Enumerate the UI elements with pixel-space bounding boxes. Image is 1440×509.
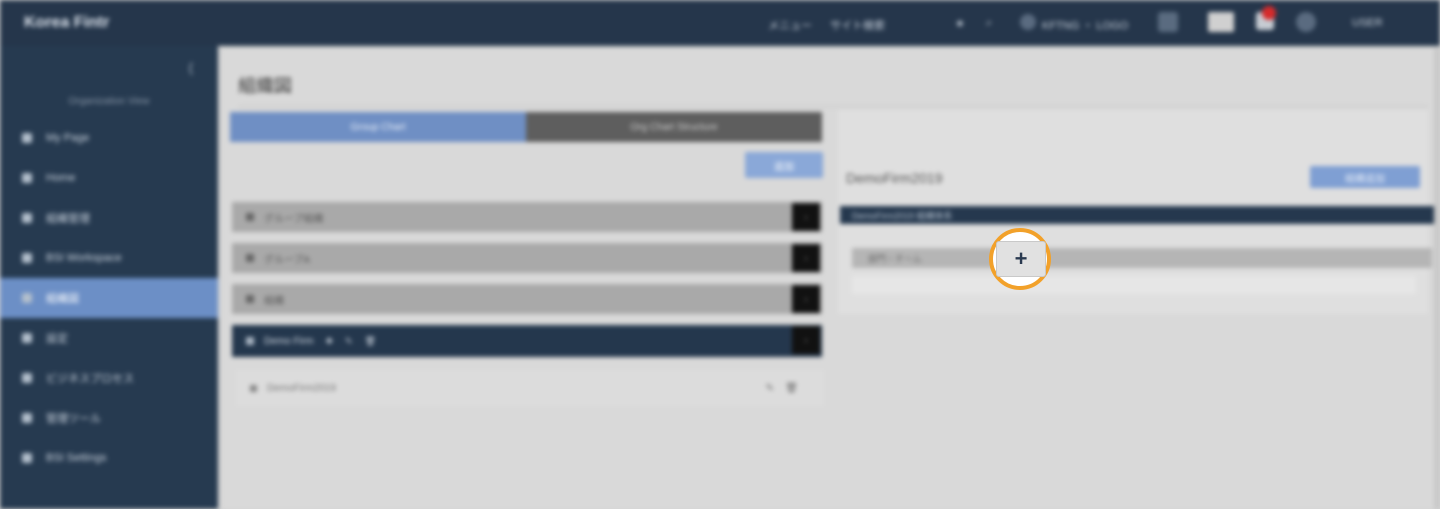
sidebar-item-label: BSI Workspace (46, 252, 122, 264)
sidebar-item-settings[interactable]: 設定 (0, 318, 218, 358)
search-icon[interactable]: ⌕ (986, 17, 992, 30)
user-org-label: KFTNG ・ LOGO (1042, 20, 1129, 32)
tools-icon (22, 413, 32, 423)
org-view-label: Organization View (68, 96, 150, 107)
delete-icon[interactable]: 🗑 (785, 383, 798, 394)
add-icon[interactable]: ✚ (325, 336, 333, 347)
tree-row[interactable]: グループA › (232, 243, 822, 273)
expand-icon[interactable]: › (792, 285, 820, 313)
sidebar-item-label: 組織管理 (46, 213, 90, 225)
folder-icon (22, 213, 32, 223)
app-logo: Korea Fintr (24, 14, 110, 31)
sidebar-item-org-admin[interactable]: 組織管理 (0, 198, 218, 238)
page-icon (22, 133, 32, 143)
top-navbar: Korea Fintr メニュー サイト検索 ★ ⌕ KFTNG ・ LOGO … (0, 0, 1440, 46)
tree-row[interactable]: グループ組織 › (232, 202, 822, 232)
highlight-marker: + (989, 228, 1051, 290)
tree-row[interactable]: 組織 › (232, 284, 822, 314)
tab-bar: Group Chart Org Chart Structure (230, 112, 822, 142)
detail-header-row: DemoFirm2019 組織体系 (840, 206, 1438, 224)
edit-icon[interactable]: ✎ (345, 336, 353, 347)
search-input[interactable]: サイト検索 (830, 17, 885, 33)
sidebar-item-label: 設定 (46, 333, 68, 345)
sidebar-item-label: ビジネスプロセス (46, 373, 134, 385)
sidebar-item-home[interactable]: Home (0, 158, 218, 198)
detail-panel: DemoFirm2019 組織追加 DemoFirm2019 組織体系 部門・チ… (838, 110, 1438, 314)
blurred-background: Korea Fintr メニュー サイト検索 ★ ⌕ KFTNG ・ LOGO … (0, 0, 1440, 509)
flag-icon[interactable] (1208, 12, 1234, 32)
globe-icon[interactable] (1020, 14, 1036, 30)
detail-row-label: 部門・チーム (868, 253, 922, 264)
sidebar-item-process[interactable]: ビジネスプロセス (0, 358, 218, 398)
add-button[interactable]: 追加 (745, 152, 823, 178)
workspace-icon (22, 253, 32, 263)
folder-icon (246, 213, 254, 221)
house-icon[interactable] (1158, 12, 1178, 32)
detail-title: DemoFirm2019 (846, 170, 943, 186)
expand-icon[interactable]: › (792, 244, 820, 272)
tree-sub-row[interactable]: DemoFirm2019 ✎ 🗑 (236, 370, 824, 406)
detail-empty-row (852, 276, 1416, 294)
add-org-button[interactable]: 組織追加 (1310, 166, 1420, 188)
folder-icon (246, 254, 254, 262)
detail-header-label: DemoFirm2019 組織体系 (852, 210, 953, 221)
tree-row-label: Demo Firm (264, 335, 314, 347)
sidebar-item-label: BSI Settings (46, 452, 107, 464)
gear-icon (22, 333, 32, 343)
tab-group-chart[interactable]: Group Chart (230, 112, 526, 142)
help-icon[interactable] (1296, 12, 1316, 32)
folder-icon (246, 295, 254, 303)
notification-badge (1262, 6, 1276, 20)
sidebar-item-label: Home (46, 172, 76, 184)
org-chart-icon (22, 293, 32, 303)
sidebar-item-tools[interactable]: 管理ツール (0, 398, 218, 438)
sidebar-menu: My Page Home 組織管理 BSI Workspace 組織図 設定 ビ… (0, 118, 218, 478)
process-icon (22, 373, 32, 383)
sidebar-item-my-page[interactable]: My Page (0, 118, 218, 158)
chevron-left-icon[interactable]: ⟨ (188, 60, 193, 77)
sidebar-item-workspace[interactable]: BSI Workspace (0, 238, 218, 278)
sidebar: ⟨ Organization View My Page Home 組織管理 BS… (0, 46, 218, 509)
sidebar-item-label: My Page (46, 132, 90, 144)
tab-org-structure[interactable]: Org Chart Structure (526, 112, 822, 142)
home-icon (22, 173, 32, 183)
expand-icon[interactable]: › (792, 203, 820, 231)
page-title: 組織図 (238, 76, 292, 96)
tree-sub-row-label: DemoFirm2019 (267, 382, 336, 394)
sidebar-item-label: 管理ツール (46, 413, 101, 425)
detail-row[interactable]: 部門・チーム (852, 248, 1432, 268)
divider (238, 106, 1428, 107)
tree-row-selected[interactable]: Demo Firm ✚ ✎ 🗑 › (232, 325, 822, 357)
scrollbar[interactable] (1434, 48, 1440, 509)
expand-icon[interactable]: › (792, 326, 820, 354)
menu-link[interactable]: メニュー (768, 17, 812, 33)
star-icon[interactable]: ★ (955, 17, 965, 30)
edit-icon[interactable]: ✎ (766, 383, 774, 394)
tree-row-label: グループ組織 (264, 213, 324, 225)
sidebar-item-bsi-settings[interactable]: BSI Settings (0, 438, 218, 478)
folder-icon (246, 337, 254, 345)
delete-icon[interactable]: 🗑 (365, 336, 376, 347)
sidebar-item-org-chart[interactable]: 組織図 (0, 278, 218, 318)
user-menu[interactable]: USER (1352, 17, 1383, 29)
add-child-button[interactable]: + (996, 241, 1046, 277)
settings-icon (22, 453, 32, 463)
tree-row-label: グループA (264, 254, 311, 266)
main-content: 組織図 Group Chart Org Chart Structure 追加 グ… (222, 48, 1438, 509)
sidebar-item-label: 組織図 (46, 293, 79, 305)
tree-row-label: 組織 (264, 295, 284, 307)
bullet-icon (250, 384, 257, 392)
